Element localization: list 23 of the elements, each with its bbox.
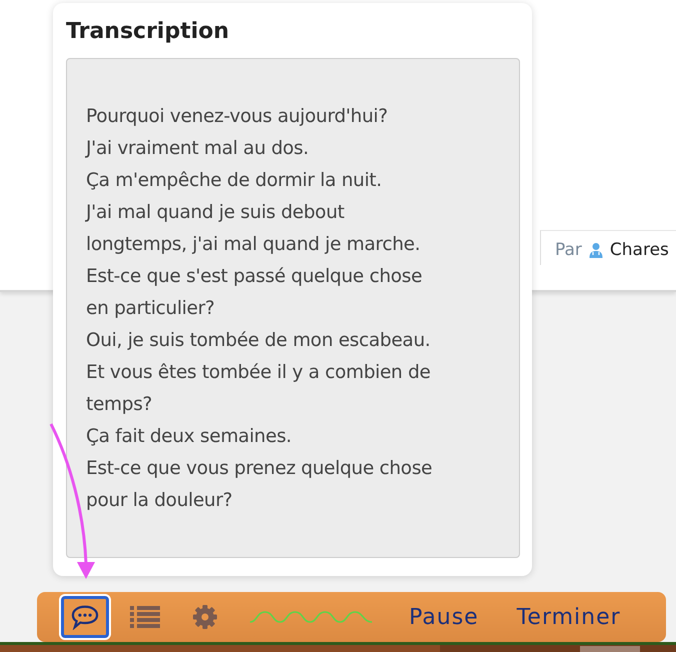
transcript-line: J'ai mal quand je suis debout — [86, 201, 346, 225]
transcript-line: temps? — [86, 393, 154, 417]
transcript-line: Est-ce que s'est passé quelque chose — [86, 265, 424, 289]
transcript-line: Pourquoi venez-vous aujourd'hui? — [86, 105, 389, 129]
panel-title: Transcription — [66, 19, 230, 44]
doctor-icon — [588, 242, 604, 258]
author-name[interactable]: Chares — [610, 240, 669, 260]
transcript-line: longtemps, j'ai mal quand je marche. — [86, 233, 422, 257]
transcript-line: pour la douleur? — [86, 489, 234, 513]
transcript-line: Et vous êtes tombée il y a combien de — [86, 361, 432, 385]
transcript-line: J'ai vraiment mal au dos. — [86, 137, 310, 161]
transcript-line: Ça fait deux semaines. — [86, 425, 292, 449]
transcript-line: Ça m'empêche de dormir la nuit. — [86, 169, 383, 193]
transcript-line: Oui, je suis tombée de mon escabeau. — [86, 329, 432, 353]
toolbar-button[interactable]: Pause — [399, 600, 489, 634]
settings-icon — [192, 604, 218, 630]
toolbar-button[interactable]: Terminer — [506, 600, 631, 634]
transcript-line: en particulier? — [86, 297, 216, 321]
chat-bubble-icon — [70, 604, 100, 630]
chat-button[interactable] — [61, 596, 109, 638]
list-icon — [129, 604, 161, 630]
author-label: Par — [555, 240, 582, 260]
transcript-line: Est-ce que vous prenez quelque chose — [86, 457, 434, 481]
